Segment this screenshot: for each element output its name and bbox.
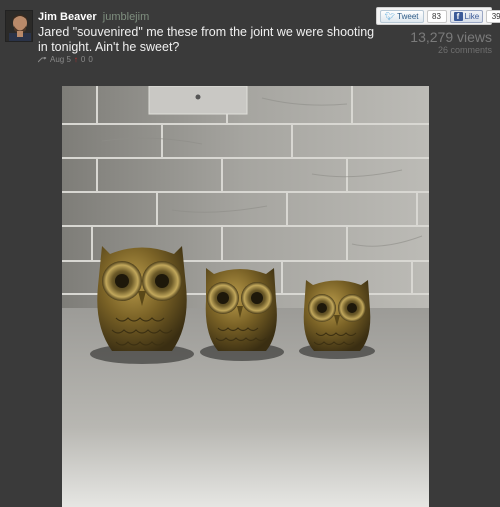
like-count: 39 [486, 9, 500, 23]
owl-figurines-photo [62, 86, 429, 507]
tweet-text: Jared "souvenired" me these from the joi… [38, 25, 375, 54]
avatar[interactable] [5, 10, 33, 42]
retweet-icon[interactable] [38, 56, 47, 63]
author-handle[interactable]: jumblejim [103, 11, 149, 23]
like-button-label: Like [464, 11, 480, 21]
reply-count: 0 [80, 55, 86, 64]
facebook-f-icon: f [453, 11, 463, 21]
owl-small [303, 280, 371, 351]
owl-large [97, 246, 187, 351]
tweet-date[interactable]: Aug 5 [50, 55, 71, 64]
share-box: 🐦︎ Tweet 83 f Like 39 [376, 7, 500, 25]
twitter-bird-icon: 🐦︎ [385, 11, 396, 21]
tweet-meta: Aug 5 ↑ 0 0 [38, 55, 93, 64]
tweet-count: 83 [426, 9, 447, 23]
view-count: 13,279 views [410, 29, 492, 45]
tweet-header: Jim Beaver jumblejim Jared "souvenired" … [0, 0, 500, 80]
comment-count[interactable]: 26 comments [438, 45, 492, 55]
owl-medium [205, 268, 277, 351]
post-photo[interactable] [62, 86, 429, 507]
author-name[interactable]: Jim Beaver [38, 11, 97, 23]
like-button[interactable]: f Like [449, 9, 484, 23]
tweet-button[interactable]: 🐦︎ Tweet [380, 9, 424, 23]
tweet-button-label: Tweet [397, 11, 419, 21]
retweet-count: 0 [88, 55, 93, 64]
author-line: Jim Beaver jumblejim [38, 11, 149, 23]
reply-icon[interactable]: ↑ [74, 55, 78, 64]
